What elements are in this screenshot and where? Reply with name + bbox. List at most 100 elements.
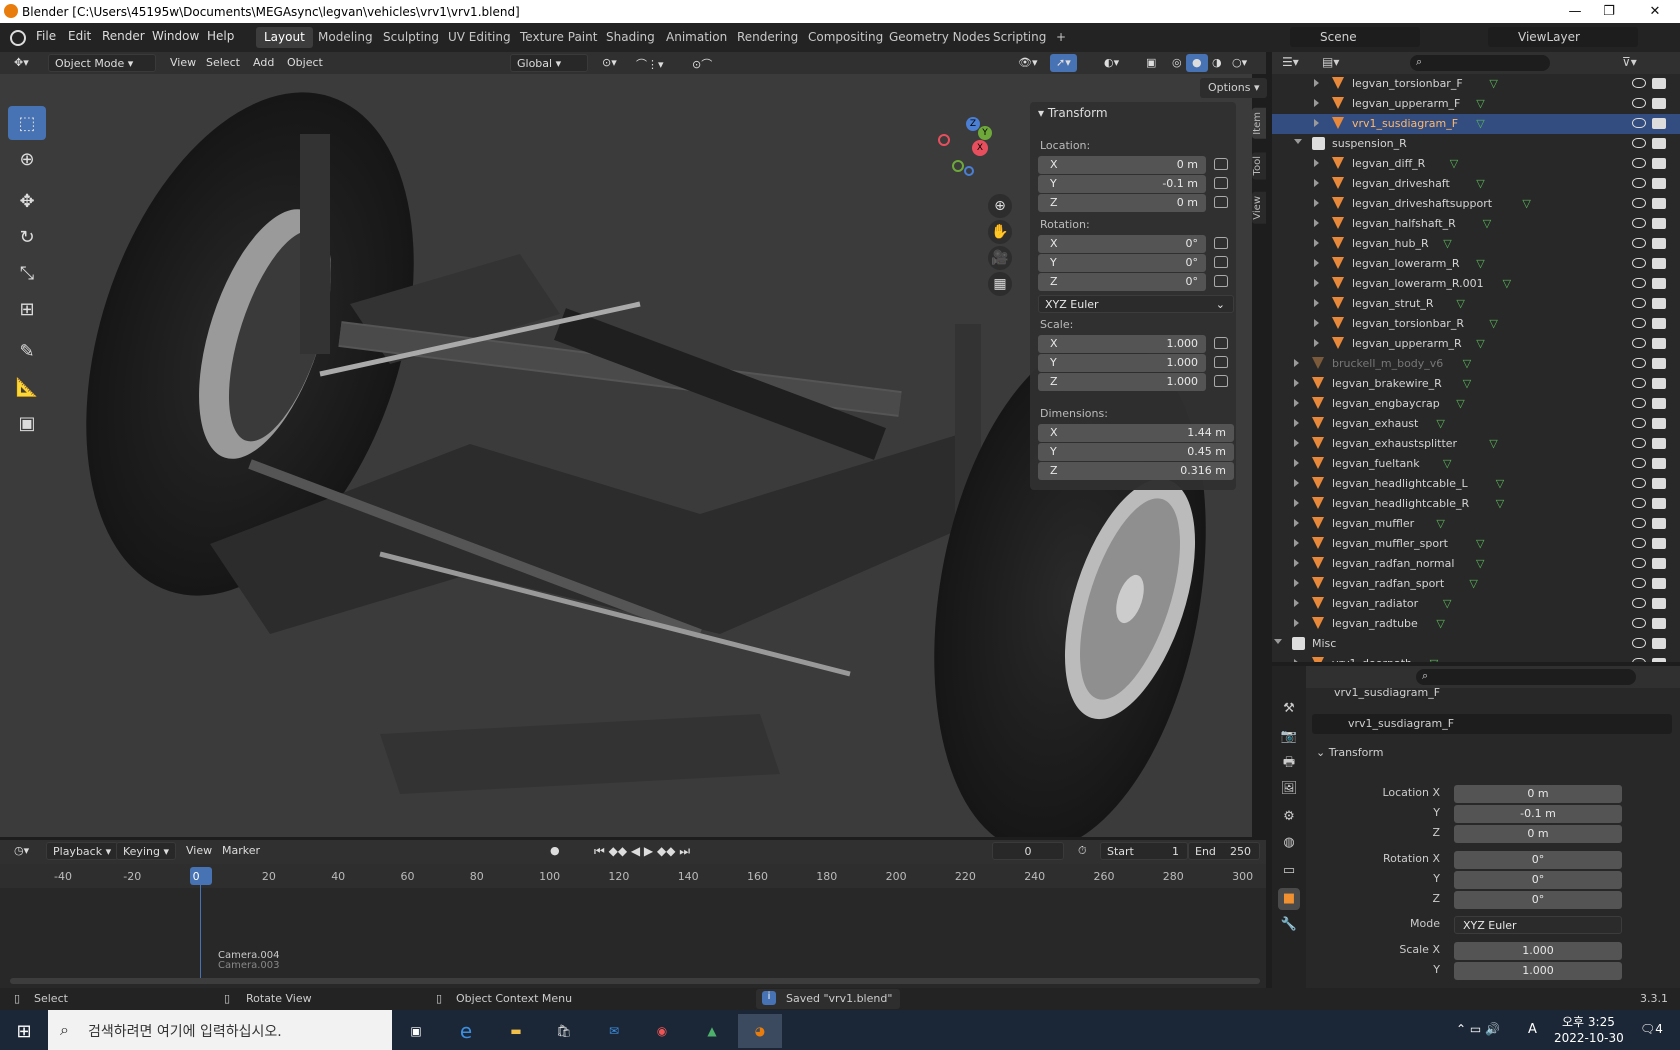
expand-arrow-icon[interactable] — [1314, 159, 1319, 167]
mesh-data-icon[interactable]: ▽ — [1476, 337, 1484, 350]
lock-icon[interactable] — [1214, 337, 1228, 349]
task-view-icon[interactable]: ▣ — [394, 1014, 438, 1048]
visibility-eye-icon[interactable] — [1632, 198, 1646, 208]
lock-icon[interactable] — [1214, 356, 1228, 368]
outliner-object-row[interactable]: legvan_headlightcable_L ▽ — [1272, 474, 1680, 494]
visibility-eye-icon[interactable] — [1632, 398, 1646, 408]
scale-tool-icon[interactable]: ⤡ — [8, 256, 46, 290]
expand-arrow-icon[interactable] — [1314, 299, 1319, 307]
outliner-object-row[interactable]: legvan_upperarm_R ▽ — [1272, 334, 1680, 354]
playback-controls[interactable]: ⏮ ◆◆ ◀ ▶ ◆◆ ⏭ — [588, 842, 696, 860]
rotation-mode-dropdown[interactable]: XYZ Euler ⌄ — [1038, 295, 1234, 313]
outliner-object-row[interactable]: legvan_driveshaft ▽ — [1272, 174, 1680, 194]
render-camera-icon[interactable] — [1652, 438, 1666, 449]
lock-icon[interactable] — [1214, 275, 1228, 287]
visibility-eye-icon[interactable] — [1632, 458, 1646, 468]
edge-browser-icon[interactable]: e — [444, 1014, 488, 1048]
visibility-eye-icon[interactable] — [1632, 538, 1646, 548]
zoom-icon[interactable]: ⊕ — [988, 194, 1012, 218]
outliner-object-row[interactable]: legvan_exhaustsplitter ▽ — [1272, 434, 1680, 454]
visibility-eye-icon[interactable] — [1632, 658, 1646, 662]
expand-arrow-icon[interactable] — [1314, 179, 1319, 187]
start-frame-field[interactable]: Start 1 — [1100, 842, 1188, 860]
outliner-object-row[interactable]: legvan_muffler ▽ — [1272, 514, 1680, 534]
tab-item[interactable]: Item — [1252, 108, 1266, 139]
annotate-tool-icon[interactable]: ✎ — [8, 334, 46, 368]
outliner-object-row[interactable]: bruckell_m_body_v6 ▽ — [1272, 354, 1680, 374]
modifier-properties-icon[interactable]: 🔧 — [1278, 914, 1300, 936]
gizmo-y-axis[interactable]: Y — [978, 126, 992, 140]
render-camera-icon[interactable] — [1652, 258, 1666, 269]
render-camera-icon[interactable] — [1652, 618, 1666, 629]
prop-rotation-z-field[interactable]: 0° — [1454, 891, 1622, 909]
visibility-eye-icon[interactable] — [1632, 118, 1646, 128]
rotation-x-field[interactable]: X 0° — [1038, 235, 1206, 253]
navigation-gizmo[interactable]: X Y Z — [930, 112, 1010, 192]
mesh-data-icon[interactable]: ▽ — [1456, 397, 1464, 410]
visibility-eye-icon[interactable] — [1632, 158, 1646, 168]
options-dropdown[interactable]: Options ▾ — [1200, 78, 1268, 98]
render-camera-icon[interactable] — [1652, 638, 1666, 649]
visibility-eye-icon[interactable] — [1632, 578, 1646, 588]
notification-icon[interactable]: 🗨4 — [1640, 1022, 1663, 1036]
visibility-eye-icon[interactable] — [1632, 618, 1646, 628]
shading-rendered-icon[interactable]: ○▾ — [1226, 54, 1253, 72]
menu-file[interactable]: File — [36, 29, 56, 43]
store-icon[interactable]: 🛍 — [542, 1014, 586, 1048]
expand-arrow-icon[interactable] — [1314, 259, 1319, 267]
scale-z-field[interactable]: Z 1.000 — [1038, 373, 1206, 391]
menu-add[interactable]: Add — [247, 54, 280, 72]
viewlayer-selector[interactable]: ViewLayer — [1488, 27, 1638, 47]
visibility-eye-icon[interactable] — [1632, 258, 1646, 268]
shading-wireframe-icon[interactable]: ◎ — [1166, 54, 1188, 72]
visibility-eye-icon[interactable] — [1632, 298, 1646, 308]
render-camera-icon[interactable] — [1652, 358, 1666, 369]
expand-arrow-icon[interactable] — [1314, 119, 1319, 127]
visibility-eye-icon[interactable] — [1632, 478, 1646, 488]
render-camera-icon[interactable] — [1652, 498, 1666, 509]
output-properties-icon[interactable]: 🖶 — [1278, 752, 1300, 774]
visibility-eye-icon[interactable] — [1632, 498, 1646, 508]
tab-sculpting[interactable]: Sculpting — [375, 27, 447, 48]
view-layer-icon[interactable]: 🖼 — [1278, 778, 1300, 800]
expand-arrow-icon[interactable] — [1294, 659, 1299, 662]
render-camera-icon[interactable] — [1652, 238, 1666, 249]
render-camera-icon[interactable] — [1652, 78, 1666, 89]
visibility-eye-icon[interactable] — [1632, 318, 1646, 328]
keying-menu[interactable]: Keying ▾ — [116, 842, 176, 860]
display-mode-icon[interactable]: ▤▾ — [1322, 55, 1339, 69]
prop-rotation-y-field[interactable]: 0° — [1454, 871, 1622, 889]
mesh-data-icon[interactable]: ▽ — [1476, 257, 1484, 270]
gizmo-z-axis[interactable]: Z — [966, 117, 980, 131]
visibility-eye-icon[interactable] — [1632, 598, 1646, 608]
pivot-icon[interactable]: ⊙▾ — [596, 54, 623, 72]
menu-object[interactable]: Object — [281, 54, 329, 72]
render-properties-icon[interactable]: 📷 — [1278, 726, 1300, 748]
outliner-object-row[interactable]: legvan_radiator ▽ — [1272, 594, 1680, 614]
outliner-object-row[interactable]: legvan_lowerarm_R ▽ — [1272, 254, 1680, 274]
move-tool-icon[interactable]: ✥ — [8, 184, 46, 218]
visibility-eye-icon[interactable] — [1632, 558, 1646, 568]
outliner-object-row[interactable]: vrv1_susdiagram_F ▽ — [1272, 114, 1680, 134]
timeline-area[interactable]: -40 -20 0 20 40 60 80 100 120 140 160 180 200 220 240 2… — [0, 864, 1266, 988]
outliner-collection-row[interactable]: suspension_R — [1272, 134, 1680, 154]
render-camera-icon[interactable] — [1652, 338, 1666, 349]
object-properties-icon[interactable]: ■ — [1278, 888, 1300, 910]
outliner-object-row[interactable]: legvan_fueltank ▽ — [1272, 454, 1680, 474]
tool-properties-icon[interactable]: ⚒ — [1278, 698, 1300, 720]
gizmo-neg-z[interactable] — [964, 166, 974, 176]
expand-arrow-icon[interactable] — [1314, 219, 1319, 227]
mesh-data-icon[interactable]: ▽ — [1476, 537, 1484, 550]
mesh-data-icon[interactable]: ▽ — [1436, 517, 1444, 530]
add-cube-tool-icon[interactable]: ▣ — [8, 406, 46, 440]
tab-modeling[interactable]: Modeling — [310, 27, 381, 48]
dimension-z-field[interactable]: Z 0.316 m — [1038, 462, 1234, 480]
tab-rendering[interactable]: Rendering — [729, 27, 806, 48]
tab-compositing[interactable]: Compositing — [800, 27, 891, 48]
menu-window[interactable]: Window — [152, 29, 199, 43]
current-frame-field[interactable]: 0 — [992, 842, 1064, 860]
outliner-object-row[interactable]: legvan_radfan_sport ▽ — [1272, 574, 1680, 594]
marker-label[interactable]: Camera.003 — [218, 960, 280, 971]
rotation-y-field[interactable]: Y 0° — [1038, 254, 1206, 272]
outliner-object-row[interactable]: legvan_torsionbar_F ▽ — [1272, 74, 1680, 94]
